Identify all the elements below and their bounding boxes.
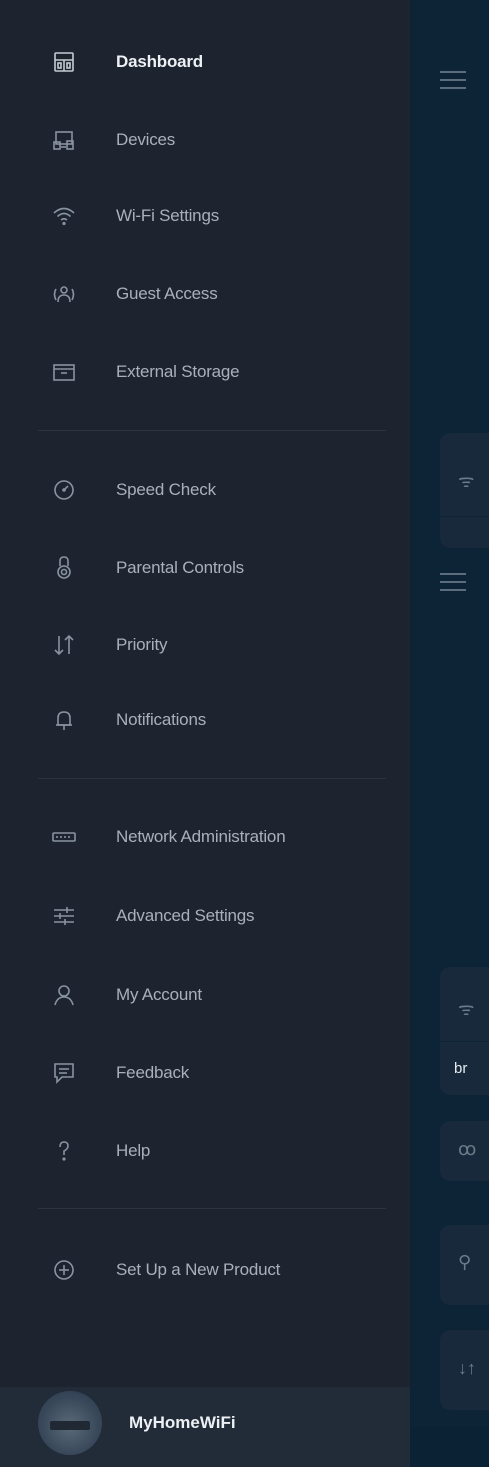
menu-item-label: Priority [116, 635, 168, 654]
background-parental-card[interactable]: ⚲ [440, 1225, 489, 1305]
guest-access-icon [50, 280, 78, 308]
parental-lock-icon [50, 554, 78, 582]
background-menu-icon-2[interactable] [440, 573, 466, 597]
help-icon [50, 1137, 78, 1165]
menu-item-notifications[interactable]: Notifications [50, 700, 390, 740]
menu-item-network-administration[interactable]: Network Administration [50, 817, 390, 857]
card-network-text: br [454, 1060, 468, 1077]
network-avatar[interactable] [38, 1391, 102, 1455]
storage-icon [50, 358, 78, 386]
menu-item-label: Parental Controls [116, 558, 244, 577]
menu-item-label: Feedback [116, 1063, 190, 1082]
wifi-icon [50, 202, 78, 230]
menu-item-label: Help [116, 1141, 151, 1160]
menu-item-label: Advanced Settings [116, 906, 255, 925]
menu-item-priority[interactable]: Priority [50, 625, 390, 665]
priority-arrows-icon [50, 631, 78, 659]
background-wifi-card[interactable]: ᯤ [440, 433, 489, 548]
router-image [50, 1421, 90, 1430]
menu-item-dashboard[interactable]: Dashboard [50, 42, 390, 82]
dashboard-icon [50, 48, 78, 76]
menu-item-guest-access[interactable]: Guest Access [50, 274, 390, 314]
menu-item-label: Devices [116, 130, 176, 149]
card-divider [440, 516, 489, 517]
menu-item-label: Network Administration [116, 827, 286, 846]
wifi-icon: ᯤ [458, 999, 475, 1019]
menu-item-feedback[interactable]: Feedback [50, 1053, 390, 1093]
priority-arrows-icon: ↓↑ [458, 1358, 476, 1378]
card-divider [440, 1041, 489, 1042]
background-guest-card[interactable]: ꝏ [440, 1121, 489, 1181]
menu-divider [38, 430, 386, 431]
menu-item-label: My Account [116, 985, 202, 1004]
menu-item-label: External Storage [116, 362, 240, 381]
devices-icon [50, 126, 78, 154]
network-name[interactable]: MyHomeWiFi [129, 1413, 236, 1433]
bell-icon [50, 706, 78, 734]
user-icon [50, 981, 78, 1009]
menu-item-label: Guest Access [116, 284, 218, 303]
menu-item-label: Dashboard [116, 52, 203, 71]
menu-item-speed-check[interactable]: Speed Check [50, 470, 390, 510]
menu-item-label: Set Up a New Product [116, 1260, 281, 1279]
menu-divider [38, 778, 386, 779]
add-circle-icon [50, 1256, 78, 1284]
feedback-icon [50, 1059, 78, 1087]
menu-item-devices[interactable]: Devices [50, 120, 390, 160]
menu-item-label: Speed Check [116, 480, 216, 499]
wifi-icon: ᯤ [458, 471, 475, 491]
background-wifi-card-2[interactable]: ᯤ br [440, 967, 489, 1095]
menu-item-set-up-new-product[interactable]: Set Up a New Product [50, 1250, 390, 1290]
guest-access-icon: ꝏ [458, 1139, 477, 1159]
background-page [410, 0, 489, 1427]
menu-item-label: Notifications [116, 710, 206, 729]
menu-item-label: Wi-Fi Settings [116, 206, 219, 225]
parental-lock-icon: ⚲ [458, 1252, 472, 1272]
speedometer-icon [50, 476, 78, 504]
menu-divider [38, 1208, 386, 1209]
menu-item-external-storage[interactable]: External Storage [50, 352, 390, 392]
menu-item-wifi-settings[interactable]: Wi-Fi Settings [50, 196, 390, 236]
menu-item-help[interactable]: Help [50, 1131, 390, 1171]
router-icon [50, 823, 78, 851]
menu-item-parental-controls[interactable]: Parental Controls [50, 548, 390, 588]
navigation-drawer: Dashboard Devices Wi-Fi Settings Guest A… [0, 0, 410, 1467]
background-priority-card[interactable]: ↓↑ [440, 1330, 489, 1410]
menu-item-advanced-settings[interactable]: Advanced Settings [50, 896, 390, 936]
menu-item-my-account[interactable]: My Account [50, 975, 390, 1015]
sliders-icon [50, 902, 78, 930]
background-menu-icon[interactable] [440, 71, 466, 95]
